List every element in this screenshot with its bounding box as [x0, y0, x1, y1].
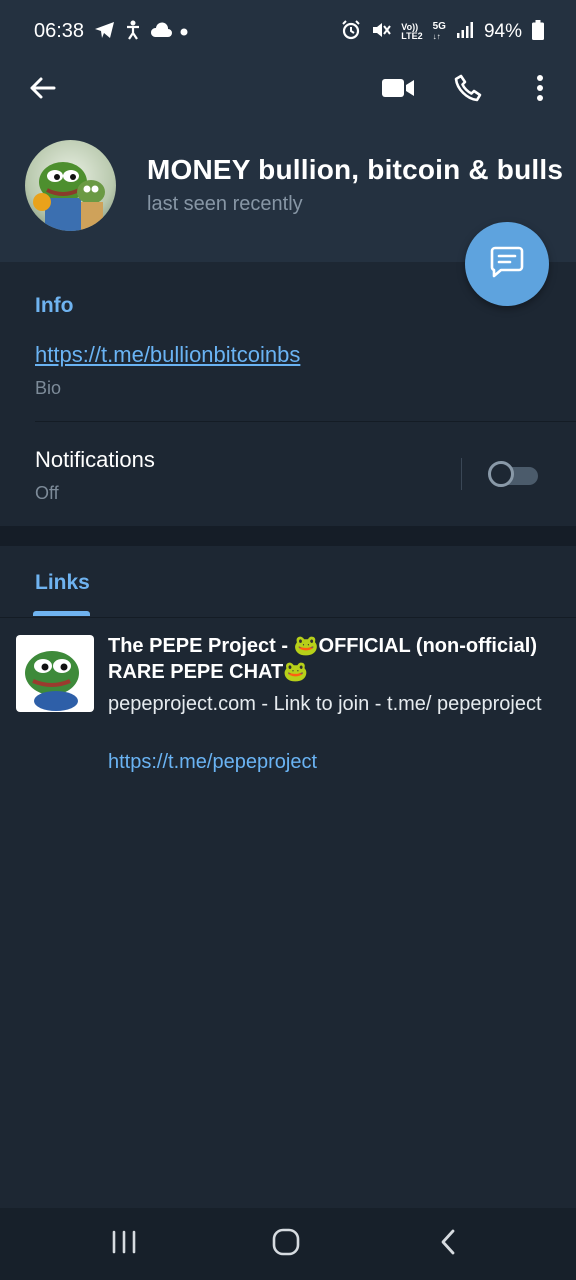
link-item-description: pepeproject.com - Link to join - t.me/ p… [108, 693, 542, 715]
accessibility-icon [124, 20, 142, 45]
status-bar: 06:38 Vo)) LTE2 5G ↓↑ 94% [0, 0, 576, 64]
alarm-icon [341, 19, 361, 45]
cloud-icon [150, 21, 172, 43]
more-options-button[interactable] [520, 68, 560, 112]
recent-apps-button[interactable] [94, 1222, 154, 1266]
notifications-label: Notifications [35, 447, 155, 472]
system-back-button[interactable] [418, 1222, 478, 1266]
info-section-title: Info [35, 294, 74, 317]
bio-label: Bio [35, 378, 62, 398]
telegram-icon [94, 20, 116, 45]
mute-icon [371, 20, 392, 45]
home-button[interactable] [256, 1222, 316, 1266]
section-gap [0, 526, 576, 546]
info-divider [35, 421, 576, 422]
notifications-toggle[interactable] [488, 461, 540, 489]
battery-percent: 94% [483, 21, 522, 42]
message-fab-button[interactable] [465, 222, 549, 306]
notifications-separator [461, 458, 462, 490]
more-vertical-icon [536, 74, 544, 106]
back-button[interactable] [20, 68, 64, 112]
tab-divider [0, 617, 576, 618]
chevron-left-icon [439, 1228, 457, 1261]
link-item-title: The PEPE Project - 🐸OFFICIAL (non-offici… [108, 635, 537, 683]
video-call-button[interactable] [376, 68, 420, 112]
bio-link[interactable]: https://t.me/bullionbitcoinbs [35, 342, 300, 368]
status-time: 06:38 [34, 20, 85, 42]
phone-icon [454, 74, 482, 107]
tab-links[interactable]: Links [35, 571, 90, 595]
profile-avatar[interactable] [25, 140, 116, 231]
dot-icon [180, 23, 188, 41]
notifications-state: Off [35, 483, 59, 503]
chat-title: MONEY bullion, bitcoin & bullshit [147, 154, 562, 185]
signal-icon [456, 21, 474, 44]
tab-indicator [33, 611, 90, 616]
battery-icon [532, 19, 544, 45]
phone-call-button[interactable] [446, 68, 490, 112]
last-seen-status: last seen recently [147, 193, 303, 215]
pepe-thumbnail-image [25, 651, 79, 711]
chat-bubble-icon [489, 245, 525, 284]
video-call-icon [381, 77, 415, 104]
home-icon [272, 1228, 300, 1261]
link-item-url[interactable]: https://t.me/pepeproject [108, 751, 317, 774]
volte-icon: Vo)) LTE2 [401, 23, 422, 41]
lte-label: LTE2 [401, 31, 423, 41]
recent-apps-icon [111, 1230, 137, 1259]
pepe-avatar-image [33, 162, 105, 231]
back-arrow-icon [28, 76, 56, 105]
link-thumbnail [16, 635, 94, 712]
network-type-label: 5G [432, 21, 446, 32]
5g-icon: 5G ↓↑ [432, 21, 446, 42]
